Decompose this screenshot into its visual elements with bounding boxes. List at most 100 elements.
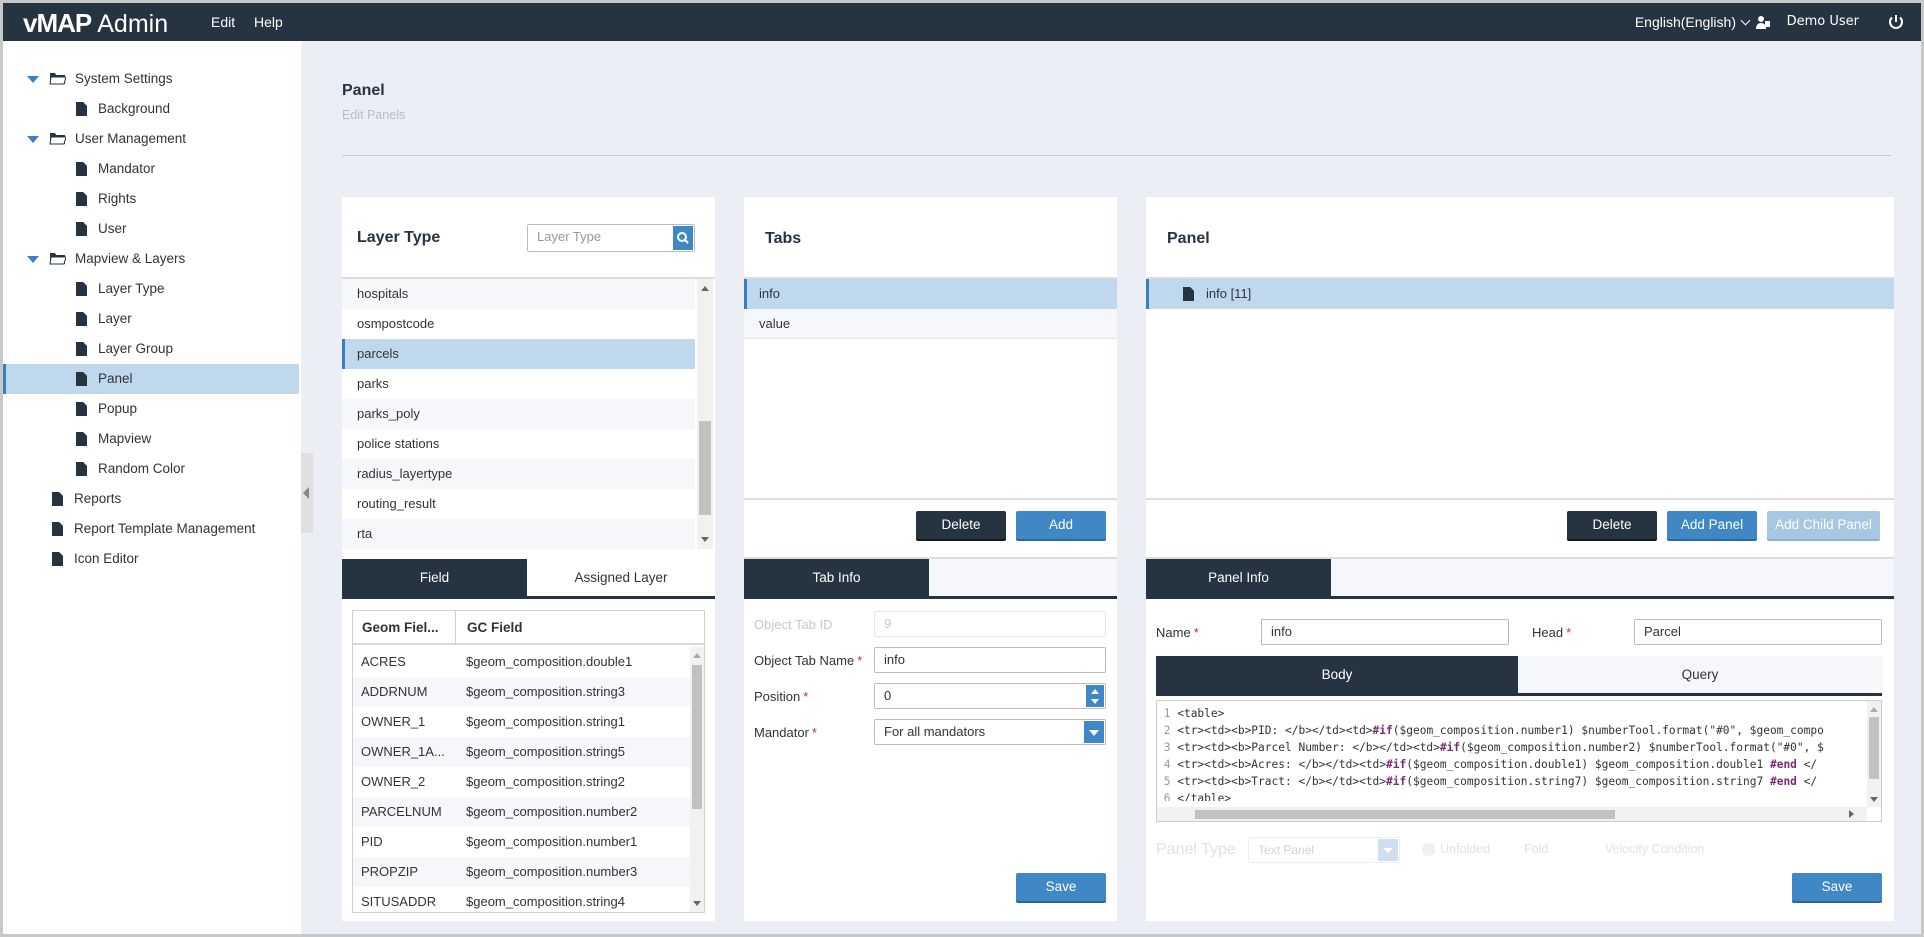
stepper-buttons[interactable] [1086,685,1104,707]
save-panel-button[interactable]: Save [1792,873,1882,901]
layer-type-item[interactable]: radius_layertype [342,459,695,489]
sidebar-item-system-settings[interactable]: System Settings [3,64,299,94]
column-geom-field[interactable]: Geom Fiel... [362,620,439,635]
layer-type-item[interactable]: parks [342,369,695,399]
layer-type-item[interactable]: parks_poly [342,399,695,429]
file-icon [76,282,87,296]
sidebar-item-rights[interactable]: Rights [3,184,299,214]
delete-tab-button[interactable]: Delete [916,511,1006,539]
object-tab-name-field[interactable]: info [874,647,1106,673]
sidebar-item-background[interactable]: Background [3,94,299,124]
layer-type-item[interactable]: routing_result [342,489,695,519]
tab-field[interactable]: Field [342,559,527,596]
tab-list-item[interactable]: value [744,309,1117,339]
tab-assigned-layer[interactable]: Assigned Layer [527,559,715,596]
scroll-down-icon[interactable] [693,901,701,906]
grid-body: ACRES $geom_composition.double1 ADDRNUM $ge… [353,647,704,912]
add-panel-button[interactable]: Add Panel [1667,511,1757,539]
sidebar-item-label: System Settings [75,71,173,86]
code-horizontal-scrollbar[interactable] [1157,807,1867,821]
menu-edit[interactable]: Edit [211,14,235,30]
caret-down-icon[interactable] [27,136,39,143]
sidebar-item-layer-group[interactable]: Layer Group [3,334,299,364]
column-gc-field[interactable]: GC Field [467,620,523,635]
menu-help[interactable]: Help [254,14,283,30]
layer-type-item[interactable]: rta [342,519,695,549]
dropdown-button[interactable] [1084,721,1104,743]
increment-icon[interactable] [1091,689,1099,694]
sidebar-item-mandator[interactable]: Mandator [3,154,299,184]
grid-scrollbar[interactable] [690,647,704,912]
tab-body[interactable]: Body [1156,656,1518,693]
code-vertical-scrollbar[interactable] [1867,701,1881,807]
scroll-right-icon[interactable] [1849,810,1854,818]
sidebar-item-layer-type[interactable]: Layer Type [3,274,299,304]
sidebar-item-panel[interactable]: Panel [3,364,299,394]
grid-row[interactable]: PID $geom_composition.number1 [353,827,690,857]
position-stepper[interactable]: 0 [874,683,1106,709]
scrollbar-thumb[interactable] [692,665,702,809]
caret-down-icon[interactable] [27,256,39,263]
sidebar-item-user[interactable]: User [3,214,299,244]
sidebar-item-layer[interactable]: Layer [3,304,299,334]
grid-row[interactable]: ADDRNUM $geom_composition.string3 [353,677,690,707]
sidebar-item-mapview[interactable]: Mapview [3,424,299,454]
sidebar-item-user-management[interactable]: User Management [3,124,299,154]
tab-query[interactable]: Query [1518,656,1882,693]
tab-panel-info[interactable]: Panel Info [1146,559,1331,596]
radio-unfolded [1422,843,1435,856]
scrollbar-thumb[interactable] [1195,810,1615,819]
sidebar-item-random-color[interactable]: Random Color [3,454,299,484]
grid-row[interactable]: OWNER_2 $geom_composition.string2 [353,767,690,797]
required-marker: * [1193,625,1199,640]
scrollbar-thumb[interactable] [1869,717,1879,779]
scrollbar-thumb[interactable] [699,421,711,515]
add-child-panel-button[interactable]: Add Child Panel [1767,511,1880,539]
scroll-down-icon[interactable] [701,537,709,542]
tab-tab-info[interactable]: Tab Info [744,559,929,596]
layer-type-item[interactable]: osmpostcode [342,309,695,339]
caret-down-icon[interactable] [27,76,39,83]
decrement-icon[interactable] [1091,699,1099,704]
power-icon[interactable] [1887,13,1905,31]
layer-type-search-input[interactable]: Layer Type [527,224,695,252]
language-label: English(English) [1634,14,1736,30]
code-content[interactable]: 1 <table> 2 <tr><td><b>PID: </b></td><td… [1157,705,1862,801]
panel-head-field[interactable]: Parcel [1634,619,1882,645]
layer-list-scrollbar[interactable] [697,279,713,549]
divider [744,498,1117,500]
sidebar-collapse-handle[interactable] [301,453,313,533]
grid-row[interactable]: PROPZIP $geom_composition.number3 [353,857,690,887]
grid-row[interactable]: OWNER_1 $geom_composition.string1 [353,707,690,737]
sidebar-item-mapview-layers[interactable]: Mapview & Layers [3,244,299,274]
scroll-up-icon[interactable] [693,653,701,658]
panel-tree-item[interactable]: info [11] [1146,279,1894,309]
search-button[interactable] [673,226,693,250]
layer-type-item[interactable]: police stations [342,429,695,459]
mandator-select[interactable]: For all mandators [874,719,1106,745]
scroll-down-icon[interactable] [1870,797,1878,802]
sidebar-item-reports[interactable]: Reports [3,484,299,514]
sidebar-item-label: Layer Group [98,341,174,356]
grid-row[interactable]: PARCELNUM $geom_composition.number2 [353,797,690,827]
save-tab-button[interactable]: Save [1016,873,1106,901]
sidebar-item-popup[interactable]: Popup [3,394,299,424]
layer-type-item[interactable]: parcels [342,339,695,369]
layer-type-item[interactable]: hospitals [342,279,695,309]
grid-row[interactable]: SITUSADDR $geom_composition.string4 [353,887,690,912]
tabs-card: Tabs info value Delete Add Tab Info Obje… [744,197,1117,921]
delete-panel-button[interactable]: Delete [1567,511,1657,539]
user-name[interactable]: Demo User [1787,14,1859,29]
scroll-up-icon[interactable] [1870,707,1878,712]
divider [1146,498,1894,500]
scroll-up-icon[interactable] [701,286,709,291]
code-editor[interactable]: 1 <table> 2 <tr><td><b>PID: </b></td><td… [1156,700,1882,822]
tab-list-item[interactable]: info [744,279,1117,309]
grid-row[interactable]: ACRES $geom_composition.double1 [353,647,690,677]
sidebar-item-icon-editor[interactable]: Icon Editor [3,544,299,574]
add-tab-button[interactable]: Add [1016,511,1106,539]
panel-name-field[interactable]: info [1261,619,1509,645]
grid-row[interactable]: OWNER_1A... $geom_composition.string5 [353,737,690,767]
language-selector[interactable]: English(English) [1634,14,1751,30]
sidebar-item-report-template-management[interactable]: Report Template Management [3,514,299,544]
